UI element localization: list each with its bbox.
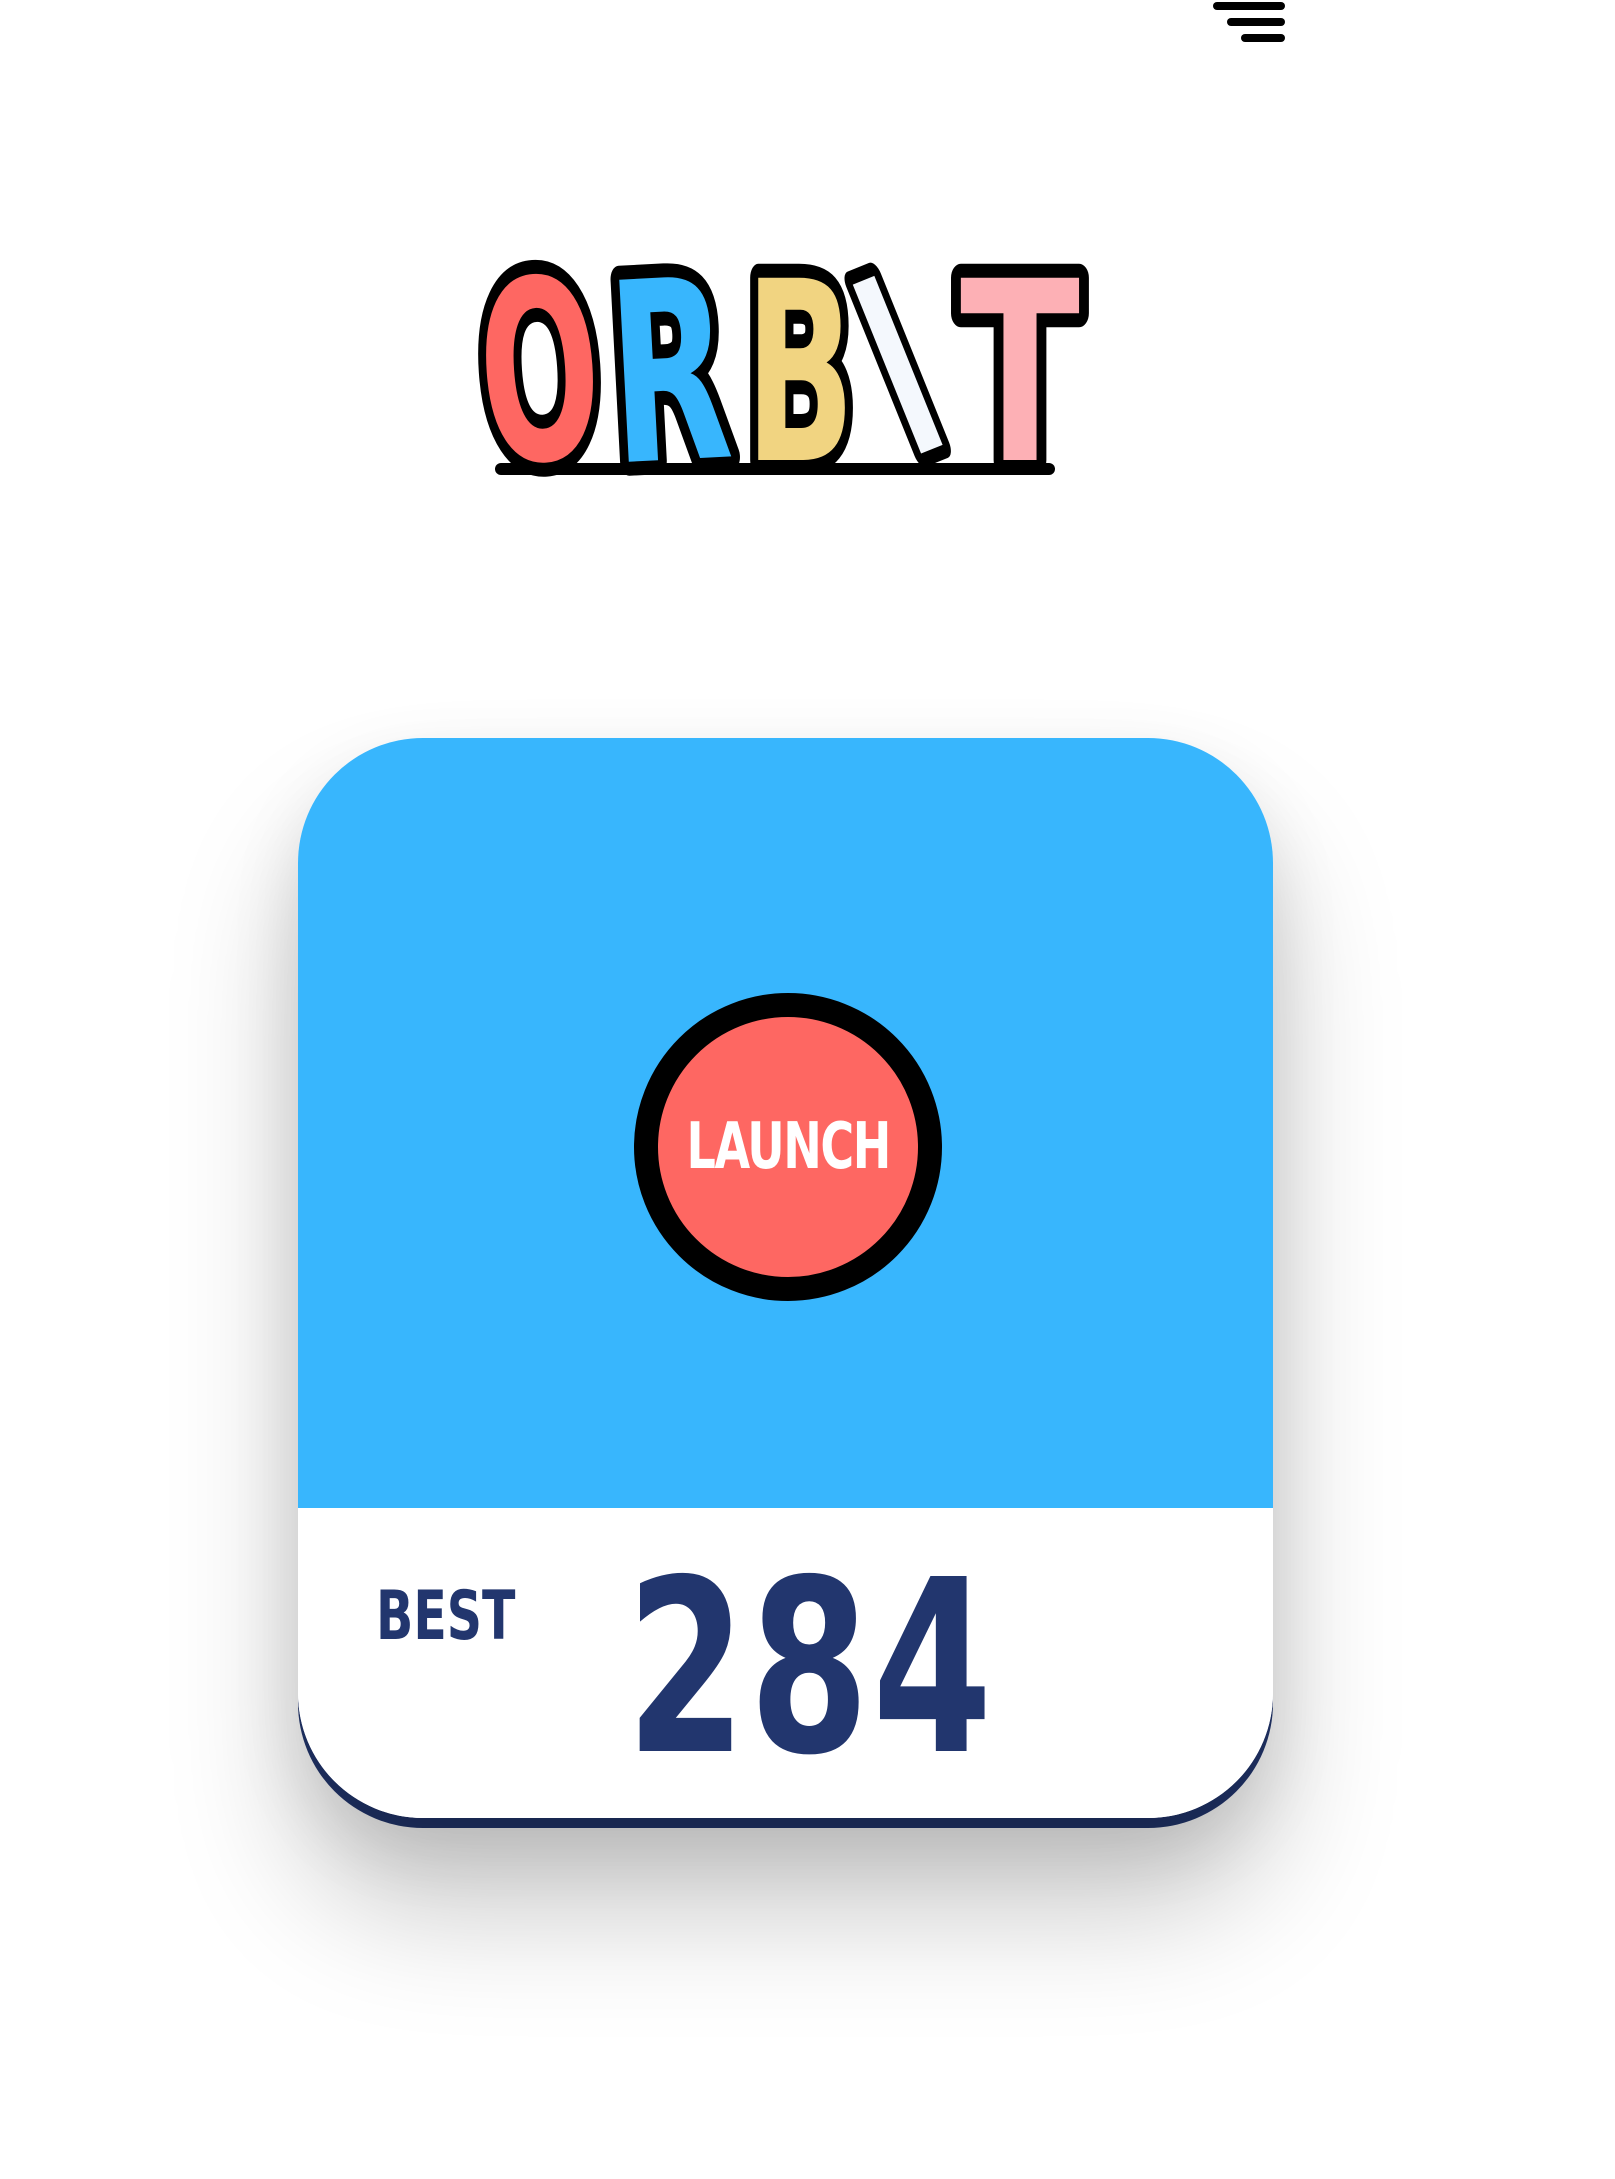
logo-wordmark: O R B I T xyxy=(456,209,1094,536)
game-screen: O R B I T LAUNCH BEST 284 xyxy=(0,0,1615,2179)
best-score: 284 xyxy=(626,1528,996,1808)
logo-letter-o: O xyxy=(470,223,610,522)
logo-letter-t: T xyxy=(960,228,1080,519)
launch-button[interactable]: LAUNCH xyxy=(634,993,942,1301)
menu-lines-icon xyxy=(1213,2,1285,42)
game-card: LAUNCH BEST 284 xyxy=(298,738,1273,1818)
card-play-area: LAUNCH xyxy=(298,738,1273,1508)
logo-letter-r: R xyxy=(602,225,737,522)
menu-button[interactable] xyxy=(1205,0,1285,56)
launch-label: LAUNCH xyxy=(686,1110,891,1184)
game-logo: O R B I T xyxy=(456,209,1100,536)
best-label: BEST xyxy=(376,1577,516,1656)
